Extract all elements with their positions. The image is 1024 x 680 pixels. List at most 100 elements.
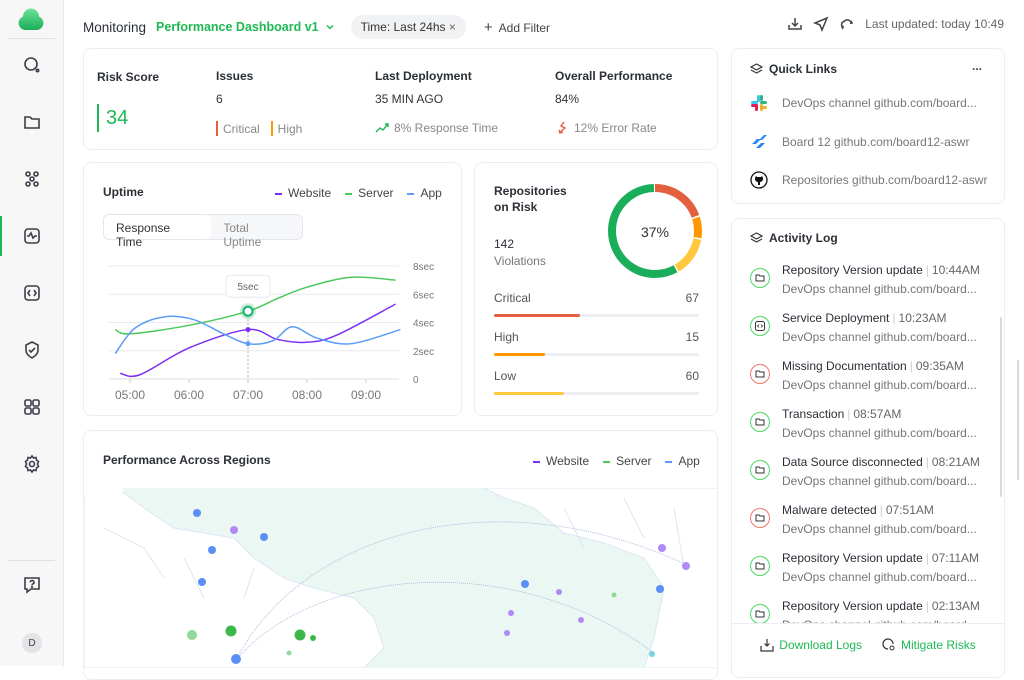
send-icon[interactable] (813, 16, 829, 32)
mitigate-risks-button[interactable]: Mitigate Risks (882, 638, 976, 652)
sidebar-item-shield-check[interactable] (0, 330, 64, 370)
hover-point-website (245, 327, 251, 333)
uptime-card: Uptime Website Server App Response Time … (83, 162, 462, 416)
kpi-card: Risk Score 34 Issues 6 Critical High Last… (83, 48, 718, 150)
quick-links-card: Quick Links ... DevOps channel github.co… (731, 48, 1005, 204)
map-marker[interactable] (260, 533, 268, 541)
map-marker[interactable] (230, 526, 238, 534)
sidebar-item-monitoring[interactable] (0, 216, 64, 256)
activity-scrollbar[interactable] (1000, 317, 1002, 497)
regions-map[interactable] (84, 488, 718, 668)
map-marker[interactable] (310, 635, 316, 641)
breadcrumb[interactable]: Monitoring (83, 20, 146, 35)
map-marker[interactable] (208, 546, 216, 554)
activity-item[interactable]: Malware detected | 07:51AM DevOps channel g… (732, 499, 1004, 547)
legend-server[interactable]: Server (345, 186, 393, 200)
activity-item[interactable]: Repository Version update | 07:11AM DevOps … (732, 547, 1004, 595)
map-marker[interactable] (682, 562, 690, 570)
uptime-legend: Website Server App (275, 186, 442, 200)
map-marker[interactable] (508, 610, 514, 616)
activity-title: Repository Version update (782, 551, 923, 565)
sidebar-item-gear[interactable] (0, 444, 64, 484)
risk-row-label: High (494, 330, 519, 344)
legend-app[interactable]: App (407, 186, 442, 200)
map-marker[interactable] (187, 630, 197, 640)
activity-footer: Download Logs Mitigate Risks (732, 623, 1004, 665)
map-marker[interactable] (286, 650, 292, 656)
map-marker[interactable] (649, 651, 655, 657)
activity-item[interactable]: Transaction | 08:57AM DevOps channel github… (732, 403, 1004, 451)
hover-point-app (245, 341, 251, 347)
close-icon[interactable]: × (449, 20, 456, 34)
activity-item[interactable]: Service Deployment | 10:23AM DevOps channel… (732, 307, 1004, 355)
x-tick-label: 09:00 (351, 388, 381, 402)
sidebar-item-code[interactable] (0, 273, 64, 313)
help-button[interactable] (0, 565, 64, 605)
gear-icon (24, 454, 40, 474)
sidebar-item-network[interactable] (0, 159, 64, 199)
map-marker[interactable] (611, 592, 617, 598)
sidebar-item-search[interactable] (0, 45, 64, 85)
more-options-button[interactable]: ... (972, 59, 982, 73)
refresh-cloud-icon[interactable] (839, 16, 855, 32)
activity-title: Missing Documentation (782, 359, 907, 373)
legend-website[interactable]: Website (533, 454, 589, 468)
activity-list[interactable]: Repository Version update | 10:44AM DevOps … (732, 259, 1004, 625)
issues-breakdown: Critical High (216, 121, 302, 136)
y-tick-label: 4sec (413, 319, 434, 330)
uptime-title: Uptime (103, 185, 144, 199)
map-marker[interactable] (193, 509, 201, 517)
status-badge (750, 508, 770, 528)
map-marker[interactable] (504, 630, 510, 636)
sidebar-item-folder[interactable] (0, 102, 64, 142)
activity-title: Transaction (782, 407, 845, 421)
map-marker[interactable] (658, 544, 666, 552)
page-scrollbar[interactable] (1017, 360, 1019, 480)
map-marker[interactable] (556, 589, 562, 595)
tab-total-uptime[interactable]: Total Uptime (211, 215, 302, 249)
quick-link-jira[interactable]: Board 12 github.com/board12-aswr (750, 133, 969, 151)
add-filter-button[interactable]: + Add Filter (484, 19, 550, 36)
map-marker[interactable] (578, 617, 584, 623)
quick-links-title: Quick Links (769, 62, 838, 76)
filter-chip[interactable]: Time: Last 24hs × (350, 15, 466, 39)
plus-icon: + (483, 18, 493, 36)
status-badge (750, 604, 770, 624)
dashboard-selector[interactable]: Performance Dashboard v1 (156, 20, 335, 34)
x-tick-label: 07:00 (233, 388, 263, 402)
violations-label: Violations (494, 254, 546, 268)
avatar[interactable]: D (22, 633, 42, 653)
repositories-title: Repositories on Risk (494, 184, 567, 214)
uptime-tabs: Response Time Total Uptime (103, 214, 303, 249)
download-logs-button[interactable]: Download Logs (760, 638, 862, 652)
last-updated: Last updated: today 10:49 (865, 17, 1004, 31)
folder-icon (755, 514, 765, 522)
risk-row-value: 15 (685, 330, 699, 344)
map-marker[interactable] (198, 578, 206, 586)
hover-point-server[interactable] (242, 305, 254, 317)
download-icon[interactable] (787, 16, 803, 32)
map-marker[interactable] (521, 580, 529, 588)
activity-item[interactable]: Repository Version update | 10:44AM DevOps … (732, 259, 1004, 307)
issues-label: Issues (216, 69, 254, 83)
folder-icon (755, 274, 765, 282)
map-marker[interactable] (225, 625, 237, 637)
activity-item[interactable]: Data Source disconnected | 08:21AM DevOps c… (732, 451, 1004, 499)
map-marker[interactable] (294, 629, 306, 641)
quick-link-text: Repositories github.com/board12-aswr (782, 173, 988, 187)
quick-link-github[interactable]: Repositories github.com/board12-aswr (750, 171, 987, 189)
activity-item[interactable]: Missing Documentation | 09:35AM DevOps chan… (732, 355, 1004, 403)
risk-score-value: 34 (106, 107, 129, 129)
quick-link-slack[interactable]: DevOps channel github.com/board... (750, 94, 977, 112)
sidebar-item-grid[interactable] (0, 387, 64, 427)
tab-response-time[interactable]: Response Time (104, 215, 212, 249)
activity-item[interactable]: Repository Version update | 02:13AM DevOps … (732, 595, 1004, 625)
map-marker[interactable] (656, 585, 664, 593)
legend-app[interactable]: App (665, 454, 700, 468)
legend-website[interactable]: Website (275, 186, 331, 200)
legend-server[interactable]: Server (603, 454, 651, 468)
shield-check-icon (25, 341, 39, 359)
status-badge (750, 412, 770, 432)
status-badge (750, 460, 770, 480)
map-marker[interactable] (231, 654, 241, 664)
